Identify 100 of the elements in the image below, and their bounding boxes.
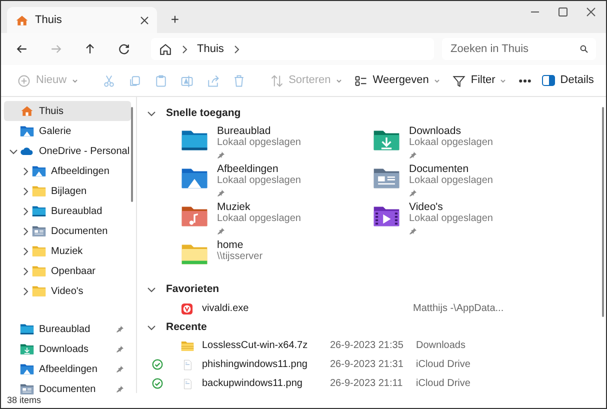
sidebar-item[interactable]: Galerie: [4, 121, 131, 141]
sidebar-item[interactable]: Downloads: [4, 339, 128, 359]
sidebar-item[interactable]: Bureaublad: [4, 201, 131, 221]
share-icon: [206, 74, 220, 88]
section-header[interactable]: Favorieten: [166, 282, 220, 298]
chevron-icon[interactable]: [180, 44, 189, 54]
document-folder-icon: [20, 383, 34, 395]
folder-name: Muziek: [217, 200, 252, 213]
home-icon[interactable]: [159, 42, 172, 56]
file-name: LosslessCut-win-x64.7z: [202, 339, 309, 354]
desktop-folder-icon: [20, 323, 34, 335]
folder-tile[interactable]: Documenten Lokaal opgeslagen: [373, 162, 565, 201]
close-icon[interactable]: [586, 7, 596, 17]
expand-chevron-icon[interactable]: [20, 286, 30, 296]
section-header[interactable]: Recente: [166, 320, 207, 336]
close-icon[interactable]: [140, 16, 149, 24]
zipped-folder-icon: [181, 340, 194, 352]
file-row[interactable]: LosslessCut-win-x64.7z 26-9-2023 21:35 Downloads: [145, 336, 606, 356]
folder-location: Lokaal opgeslagen: [409, 212, 493, 225]
pin-icon: [409, 226, 417, 235]
pin-icon: [217, 150, 225, 159]
sidebar-item[interactable]: Bureaublad: [4, 319, 128, 339]
expand-chevron-icon[interactable]: [20, 186, 30, 196]
trash-icon: [232, 74, 246, 88]
sidebar-item[interactable]: Bijlagen: [4, 181, 131, 201]
download-folder-icon: [373, 128, 400, 151]
folder-location: \\tijsserver: [217, 250, 263, 263]
back-arrow-icon[interactable]: [15, 42, 29, 56]
file-row[interactable]: vivaldi.exe Matthijs -\AppData...: [145, 298, 606, 319]
folder-name: Afbeeldingen: [217, 162, 280, 175]
sidebar-item[interactable]: Video's: [4, 281, 131, 301]
picture-folder-icon: [20, 125, 34, 137]
picture-folder-icon: [20, 363, 34, 375]
folder-location: Lokaal opgeslagen: [217, 174, 301, 187]
folder-icon: [32, 185, 46, 197]
new-tab-button[interactable]: +: [165, 8, 185, 30]
expand-chevron-icon[interactable]: [20, 266, 30, 276]
scrollbar[interactable]: [131, 107, 133, 202]
folder-icon: [32, 265, 46, 277]
sidebar-item[interactable]: Documenten: [4, 221, 131, 241]
download-folder-icon: [20, 343, 34, 355]
refresh-icon[interactable]: [117, 42, 131, 56]
folder-tile[interactable]: Bureaublad Lokaal opgeslagen: [181, 124, 373, 163]
collapse-chevron-icon[interactable]: [147, 323, 156, 332]
file-row[interactable]: phishingwindows11.png 26-9-2023 21:31 iCloud Drive: [145, 355, 606, 374]
sort-icon: [270, 74, 284, 88]
file-date: 26-9-2023 21:35: [330, 339, 404, 354]
folder-tile[interactable]: Downloads Lokaal opgeslagen: [373, 124, 565, 163]
search-field[interactable]: Zoeken in Thuis: [442, 38, 596, 60]
sidebar-item[interactable]: Thuis: [4, 101, 131, 121]
image-file-icon: [181, 358, 194, 371]
filter-icon: [452, 74, 466, 88]
scrollbar[interactable]: [602, 107, 604, 317]
up-arrow-icon[interactable]: [83, 42, 97, 56]
file-location: iCloud Drive: [416, 377, 470, 392]
file-row[interactable]: backupwindows11.png 26-9-2023 21:11 iCloud Drive: [145, 374, 606, 394]
sidebar-item[interactable]: Openbaar: [4, 261, 131, 281]
maximize-icon[interactable]: [558, 7, 568, 17]
folder-icon: [32, 245, 46, 257]
details-button[interactable]: Details: [538, 68, 598, 92]
collapse-chevron-icon[interactable]: [8, 146, 18, 156]
collapse-chevron-icon[interactable]: [147, 285, 156, 294]
folder-tile[interactable]: Afbeeldingen Lokaal opgeslagen: [181, 162, 373, 201]
sidebar-item[interactable]: Afbeeldingen: [4, 161, 131, 181]
chevron-icon[interactable]: [232, 44, 241, 54]
toolbar-button[interactable]: Weergeven: [348, 68, 446, 92]
picture-folder-icon: [181, 166, 208, 189]
house-icon: [15, 14, 29, 26]
cloud-icon: [20, 145, 34, 157]
folder-tile[interactable]: Muziek Lokaal opgeslagen: [181, 200, 373, 239]
collapse-chevron-icon[interactable]: [147, 109, 156, 118]
view-icon: [354, 74, 368, 88]
folder-name: home: [217, 238, 244, 251]
expand-chevron-icon[interactable]: [20, 226, 30, 236]
sidebar-item[interactable]: Afbeeldingen: [4, 359, 128, 379]
desktop-folder-icon: [32, 205, 46, 217]
address-bar[interactable]: Thuis: [151, 38, 434, 60]
file-name: phishingwindows11.png: [202, 358, 308, 372]
sidebar-item[interactable]: OneDrive - Personal: [4, 141, 131, 161]
pin-icon: [116, 365, 124, 373]
file-date: 26-9-2023 21:11: [330, 377, 404, 392]
expand-chevron-icon[interactable]: [20, 166, 30, 176]
file-date: 26-9-2023 21:31: [330, 358, 404, 372]
section-header[interactable]: Snelle toegang: [166, 106, 241, 122]
folder-tile[interactable]: Video's Lokaal opgeslagen: [373, 200, 565, 239]
breadcrumb-item[interactable]: Thuis: [197, 40, 224, 58]
tab[interactable]: Thuis: [7, 7, 157, 33]
expand-chevron-icon[interactable]: [20, 206, 30, 216]
toolbar-button[interactable]: Filter: [446, 68, 512, 92]
folder-tile[interactable]: home \\tijsserver: [181, 238, 373, 277]
file-name: backupwindows11.png: [202, 377, 304, 392]
expand-chevron-icon[interactable]: [20, 246, 30, 256]
folder-name: Video's: [409, 200, 444, 213]
desktop-folder-icon: [181, 128, 208, 151]
folder-icon: [32, 285, 46, 297]
pin-icon: [116, 325, 124, 333]
item-count: 38 items: [7, 394, 42, 407]
file-location: Downloads: [416, 339, 466, 354]
music-folder-icon: [181, 204, 208, 227]
sidebar-item[interactable]: Muziek: [4, 241, 131, 261]
